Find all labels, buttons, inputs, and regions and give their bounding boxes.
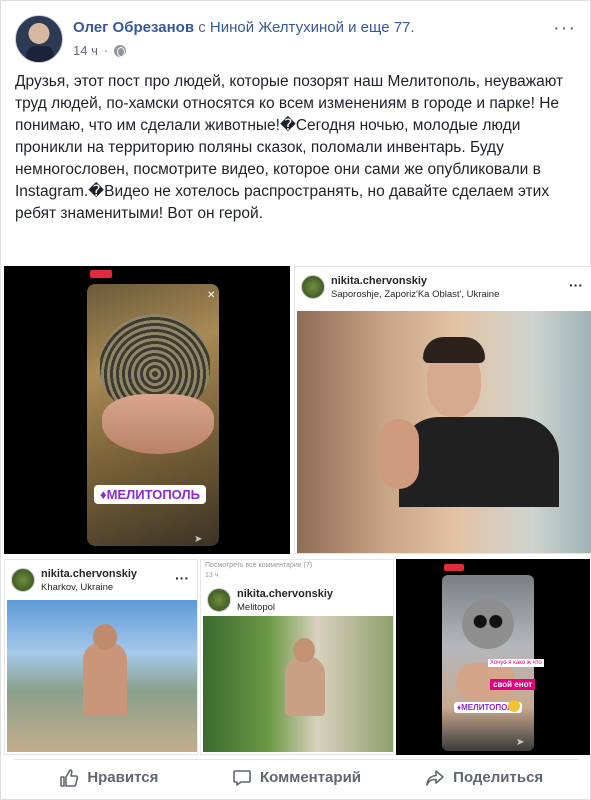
comment-label: Комментарий <box>260 769 362 786</box>
story-sticker: Хочуо я како ж что <box>488 659 544 667</box>
action-bar: Нравится Комментарий Поделиться <box>15 759 578 795</box>
comments-note: Посмотреть все комментарии (7) <box>205 562 313 569</box>
photo-instagram-portrait[interactable]: nikita.chervonskiy Saporoshje, Zaporiz'K… <box>294 266 591 554</box>
author-avatar[interactable] <box>15 15 63 63</box>
author-name[interactable]: Олег Обрезанов <box>73 19 194 36</box>
share-label: Поделиться <box>453 769 544 786</box>
ig-location: Saporoshje, Zaporiz'Ka Oblast', Ukraine <box>331 289 500 300</box>
photo-grid: ✕ ♦МЕЛИТОПОЛЬ ➤ nikita.chervonskiy Sapor… <box>1 266 591 755</box>
ig-more-icon: ··· <box>569 277 583 293</box>
ig-header: nikita.chervonskiy Melitopol <box>201 580 393 616</box>
raccoon-image <box>462 599 514 649</box>
with-prefix: с <box>198 19 206 36</box>
comment-button[interactable]: Комментарий <box>203 760 391 795</box>
ig-avatar <box>11 568 35 592</box>
close-icon: ✕ <box>207 290 216 301</box>
comments-time: 13 ч <box>205 572 219 579</box>
globe-icon[interactable] <box>114 44 127 57</box>
story-sticker: свой енот <box>490 679 536 690</box>
share-icon <box>426 769 444 786</box>
ig-avatar <box>207 588 231 612</box>
post-time[interactable]: 14 ч <box>73 43 98 58</box>
post-card: Олег Обрезанов с Ниной Желтухиной и еще … <box>0 0 591 800</box>
ig-avatar <box>301 275 325 299</box>
photo-instagram-kharkov[interactable]: nikita.chervonskiy Kharkov, Ukraine ··· <box>4 559 198 755</box>
photo-story-hedgehog[interactable]: ✕ ♦МЕЛИТОПОЛЬ ➤ <box>4 266 290 554</box>
smile-icon <box>508 700 520 712</box>
share-button[interactable]: Поделиться <box>390 760 578 795</box>
ig-location: Melitopol <box>237 602 276 613</box>
photo-instagram-melitopol[interactable]: Посмотреть все комментарии (7) 13 ч niki… <box>200 559 394 755</box>
ig-location: Kharkov, Ukraine <box>41 582 114 593</box>
post-meta: 14 ч · <box>73 43 127 58</box>
like-button[interactable]: Нравится <box>15 760 203 795</box>
like-icon <box>60 768 79 787</box>
author-line: Олег Обрезанов с Ниной Желтухиной и еще … <box>73 19 415 36</box>
send-icon: ➤ <box>194 534 203 545</box>
story-caption: ♦МЕЛИТОПОЛЬ <box>94 485 206 504</box>
ig-username: nikita.chervonskiy <box>237 588 333 600</box>
post-header: Олег Обрезанов с Ниной Желтухиной и еще … <box>15 11 578 67</box>
ig-username: nikita.chervonskiy <box>331 275 427 287</box>
post-text: Друзья, этот пост про людей, которые поз… <box>15 73 564 222</box>
hand-image <box>102 394 214 454</box>
comment-icon <box>233 769 251 786</box>
like-label: Нравится <box>87 769 159 786</box>
person-image <box>369 327 559 507</box>
live-badge <box>444 564 464 571</box>
send-icon: ➤ <box>516 737 525 748</box>
ig-header: nikita.chervonskiy Kharkov, Ukraine ··· <box>5 560 197 600</box>
ig-username: nikita.chervonskiy <box>41 568 137 580</box>
live-badge <box>90 270 112 278</box>
photo-story-raccoon[interactable]: Хочуо я како ж что свой енот ♦МЕЛИТОПОЛЬ… <box>396 559 590 755</box>
more-icon[interactable]: ··· <box>553 17 576 40</box>
tagged-people[interactable]: Ниной Желтухиной и еще 77. <box>210 19 415 36</box>
ig-more-icon: ··· <box>175 570 189 586</box>
ig-header: nikita.chervonskiy Saporoshje, Zaporiz'K… <box>295 267 591 307</box>
